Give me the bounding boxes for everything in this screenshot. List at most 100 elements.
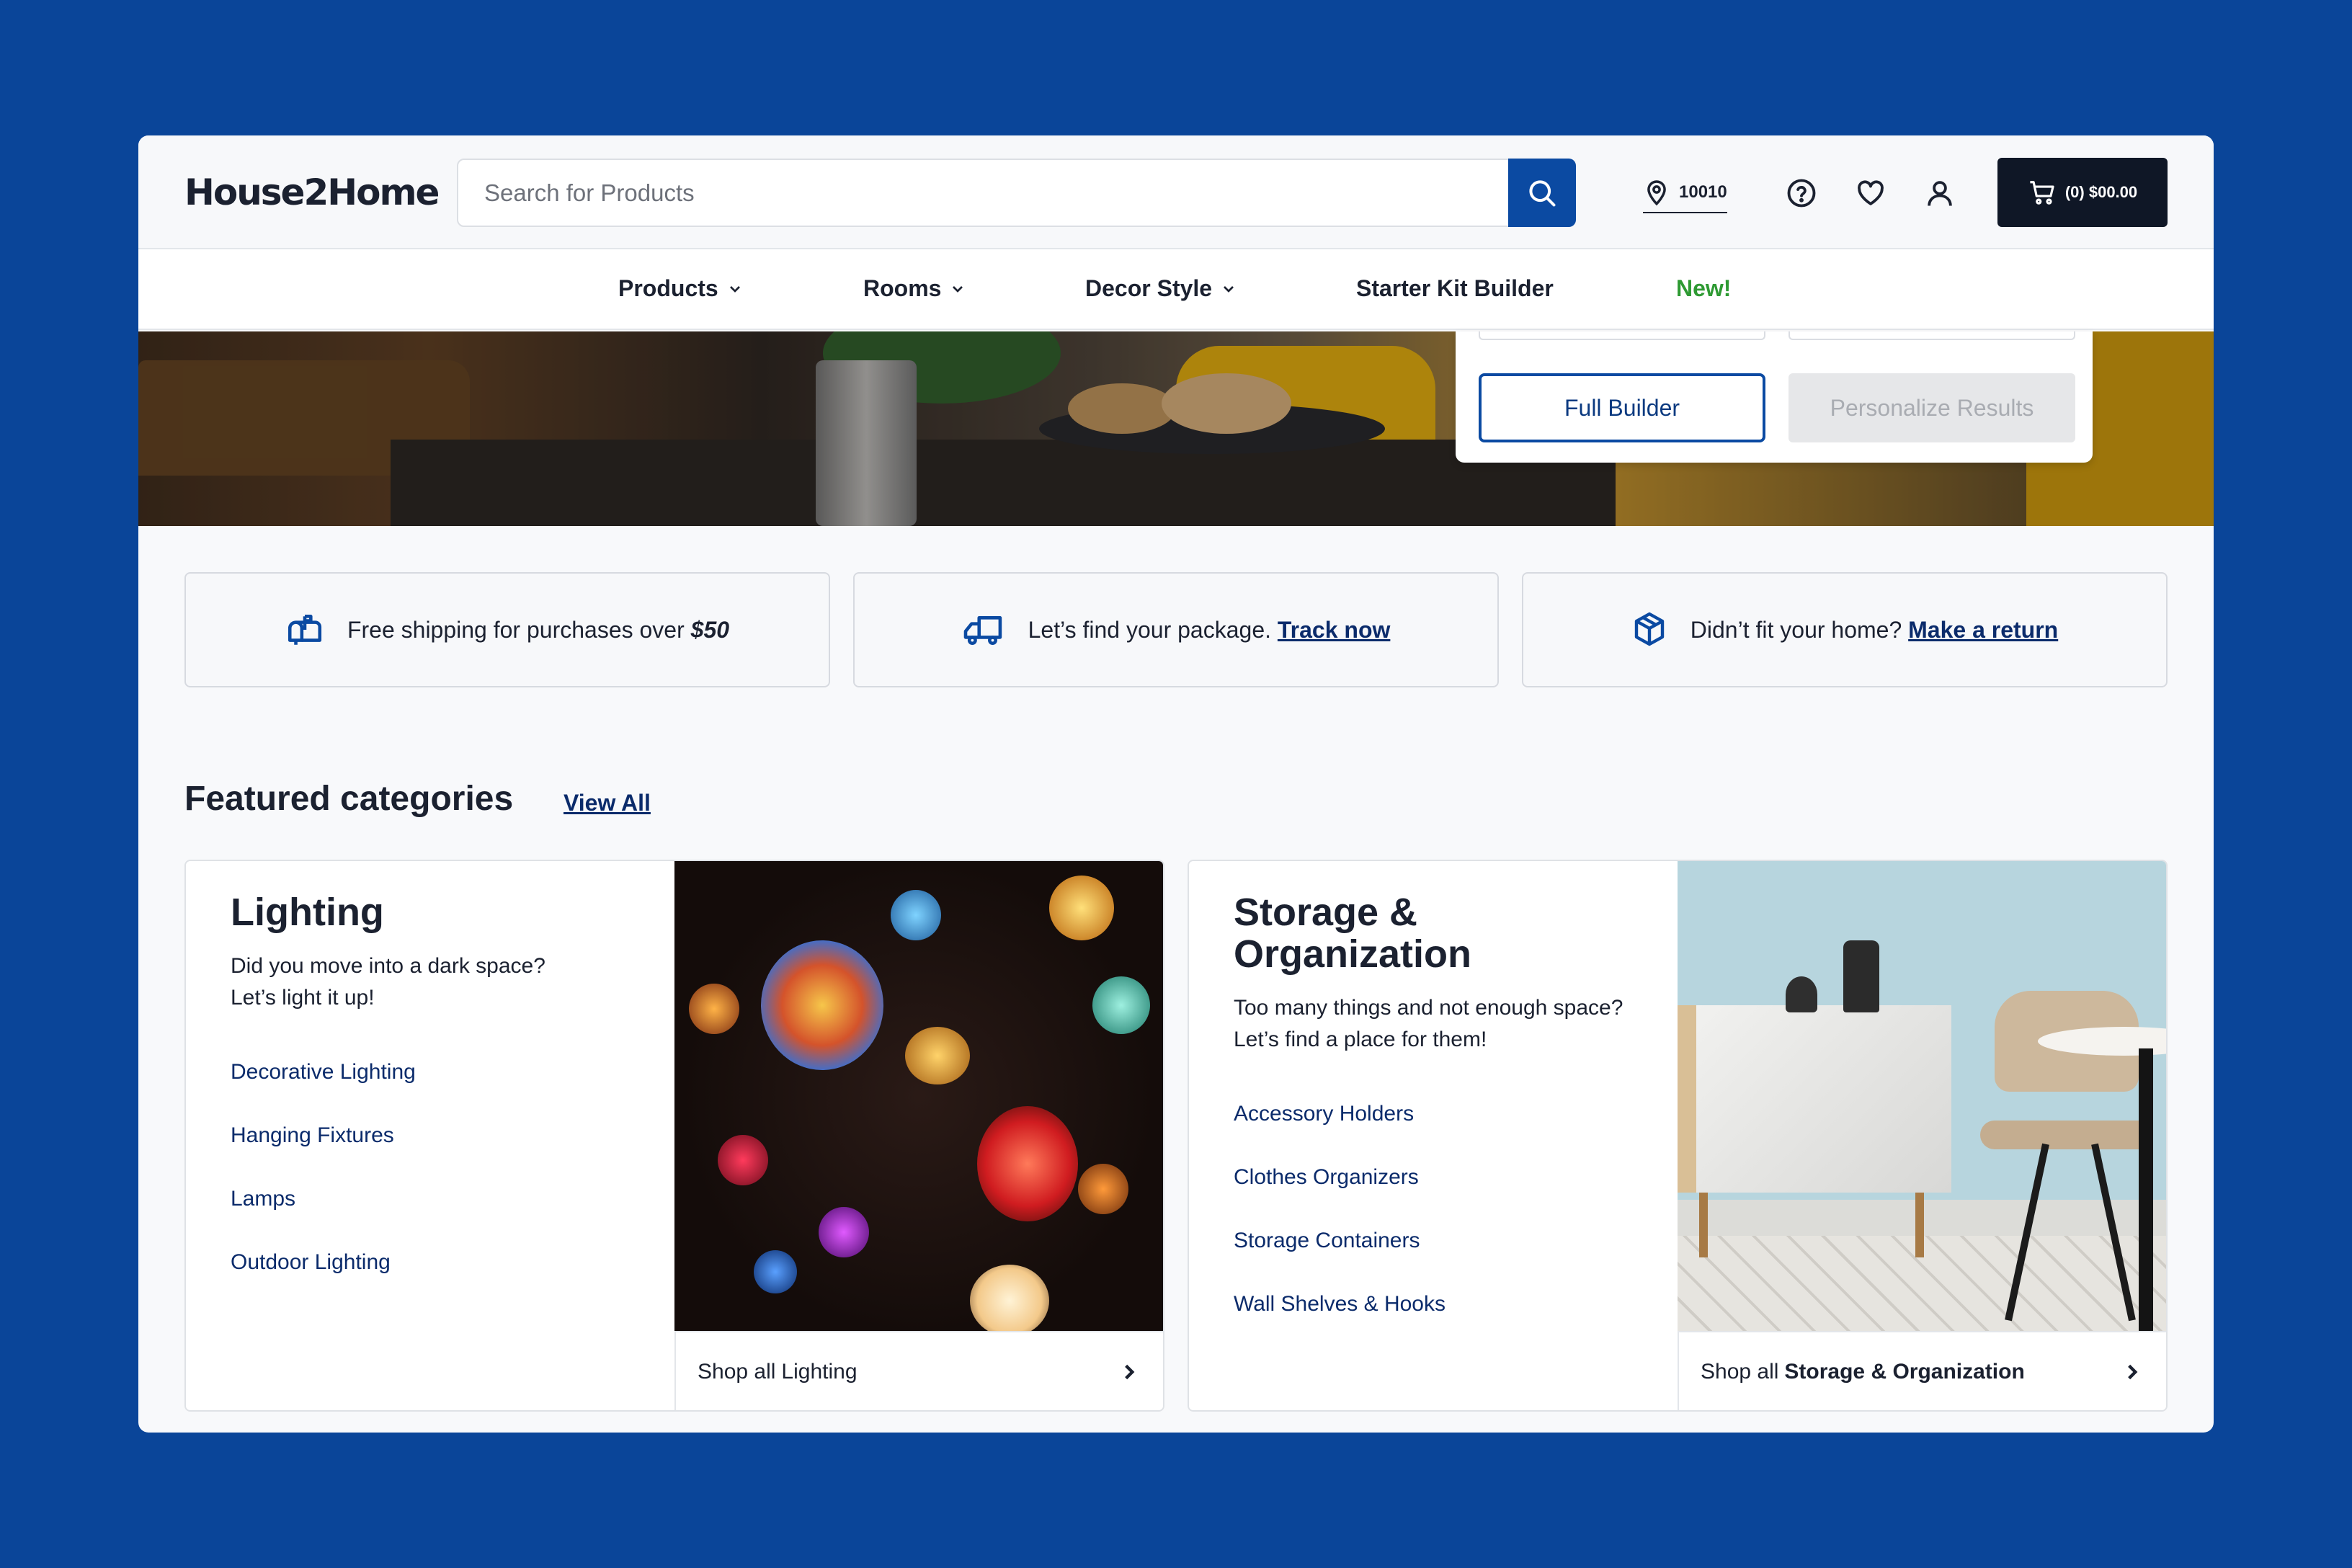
nav-new[interactable]: New! <box>1676 275 1731 302</box>
subcategory-link[interactable]: Outdoor Lighting <box>231 1250 416 1314</box>
track-text: Let’s find your package. <box>1028 616 1278 643</box>
chevron-right-icon <box>1125 1364 1135 1380</box>
heart-icon <box>1858 180 1884 205</box>
location-selector[interactable]: 10010 <box>1643 176 1727 213</box>
mailbox-icon <box>285 612 324 648</box>
lamp-glow <box>1078 1164 1128 1214</box>
wishlist-button[interactable] <box>1853 176 1888 210</box>
shipping-text: Free shipping for purchases over <box>347 616 691 643</box>
return-text: Didn’t fit your home? <box>1690 616 1909 643</box>
nav-starter-kit-label: Starter Kit Builder <box>1356 275 1554 301</box>
chevron-down-icon <box>729 285 740 293</box>
full-builder-button[interactable]: Full Builder <box>1479 373 1765 442</box>
chevron-right-icon <box>2128 1364 2138 1380</box>
search-button[interactable] <box>1508 159 1576 227</box>
lamp-glow <box>761 940 883 1070</box>
storage-image <box>1678 861 2166 1331</box>
location-pin-icon <box>1647 180 1666 206</box>
free-shipping-banner: Free shipping for purchases over $50 <box>184 572 830 687</box>
zip-code: 10010 <box>1679 182 1727 202</box>
truck-icon <box>962 612 1005 648</box>
shipping-amount: $50 <box>690 616 730 643</box>
shop-all-category-name: Lighting <box>781 1360 858 1384</box>
nav-rooms-label: Rooms <box>863 275 942 301</box>
nav-starter-kit-builder[interactable]: Starter Kit Builder <box>1356 275 1554 302</box>
make-a-return-link[interactable]: Make a return <box>1908 617 2058 643</box>
lamp-glow <box>754 1250 797 1293</box>
vase-small <box>1786 976 1817 1012</box>
field-stub <box>1479 331 1765 340</box>
subcategory-list: Decorative Lighting Hanging Fixtures Lam… <box>231 1060 416 1314</box>
subcategory-link[interactable]: Clothes Organizers <box>1234 1165 1446 1229</box>
category-description: Did you move into a dark space? Let’s li… <box>231 950 634 1014</box>
lamp-glow <box>977 1106 1078 1221</box>
nav-products[interactable]: Products <box>618 275 741 302</box>
lamp-glow <box>891 890 941 940</box>
app-window: House2Home 10010 (0) $00.00 Products <box>138 135 2214 1433</box>
starter-kit-panel: Full Builder Personalize Results <box>1456 331 2093 463</box>
personalize-results-button[interactable]: Personalize Results <box>1788 373 2075 442</box>
subcategory-link[interactable]: Wall Shelves & Hooks <box>1234 1292 1446 1355</box>
lighting-image <box>674 861 1163 1331</box>
lamp-glow <box>1092 976 1150 1034</box>
subcategory-link[interactable]: Accessory Holders <box>1234 1102 1446 1165</box>
lamp-glow <box>689 984 739 1034</box>
category-title: Storage & Organization <box>1234 891 1637 975</box>
shop-all-prefix: Shop all <box>698 1360 776 1384</box>
make-return-text: Didn’t fit your home? Make a return <box>1690 617 2058 643</box>
track-package-text: Let’s find your package. Track now <box>1028 617 1391 643</box>
free-shipping-text: Free shipping for purchases over $50 <box>347 617 729 643</box>
chevron-down-icon <box>953 285 963 293</box>
featured-categories-heading: Featured categories <box>184 780 514 818</box>
subcategory-link[interactable]: Hanging Fixtures <box>231 1123 416 1187</box>
lamp-glow <box>718 1135 768 1185</box>
help-button[interactable] <box>1784 176 1819 210</box>
subcategory-link[interactable]: Decorative Lighting <box>231 1060 416 1123</box>
subcategory-link[interactable]: Lamps <box>231 1187 416 1250</box>
nav-products-label: Products <box>618 275 718 301</box>
cart-summary: (0) $00.00 <box>2064 183 2138 201</box>
lamp-glow <box>819 1207 869 1257</box>
track-now-link[interactable]: Track now <box>1278 617 1391 643</box>
shop-all-storage-link[interactable]: Shop all Storage & Organization <box>1678 1331 2166 1410</box>
cart-button[interactable]: (0) $00.00 <box>1997 158 2168 227</box>
track-package-banner: Let’s find your package. Track now <box>853 572 1499 687</box>
category-description-line: Let’s light it up! <box>231 986 375 1010</box>
box-icon <box>1631 611 1667 649</box>
nav-new-label: New! <box>1676 275 1732 301</box>
vase-tall <box>1843 940 1879 1012</box>
category-title-line: Organization <box>1234 932 1472 976</box>
marble-cabinet <box>1678 1005 1951 1193</box>
user-icon <box>1928 181 1952 206</box>
nav-decor-style[interactable]: Decor Style <box>1085 275 1235 302</box>
search-icon <box>1529 179 1556 207</box>
shop-all-prefix: Shop all <box>1701 1360 1779 1384</box>
cabinet-leg <box>1699 1193 1708 1257</box>
chevron-down-icon <box>1224 285 1234 293</box>
main-nav: Products Rooms Decor Style Starter Kit B… <box>138 249 2214 330</box>
search-input[interactable] <box>484 160 1493 226</box>
lamp-glow <box>905 1027 970 1084</box>
site-header: House2Home 10010 (0) $00.00 <box>138 135 2214 249</box>
category-description-line: Too many things and not enough space? <box>1234 996 1623 1020</box>
view-all-link[interactable]: View All <box>564 790 651 816</box>
search-bar <box>457 159 1576 227</box>
subcategory-list: Accessory Holders Clothes Organizers Sto… <box>1234 1102 1446 1355</box>
shop-all-lighting-link[interactable]: Shop all Lighting <box>674 1331 1163 1410</box>
lamp-glow <box>970 1265 1049 1331</box>
category-card-storage: Storage & Organization Too many things a… <box>1188 860 2168 1412</box>
category-description-line: Let’s find a place for them! <box>1234 1028 1487 1051</box>
shop-all-category-name: Storage & Organization <box>1784 1360 2025 1384</box>
category-card-lighting: Lighting Did you move into a dark space?… <box>184 860 1164 1412</box>
chair-seat <box>1980 1121 2153 1149</box>
category-title: Lighting <box>231 891 384 934</box>
help-icon <box>1787 179 1816 208</box>
site-logo[interactable]: House2Home <box>184 172 440 213</box>
nav-decor-style-label: Decor Style <box>1085 275 1213 301</box>
cabinet-leg <box>1915 1193 1924 1257</box>
account-button[interactable] <box>1923 176 1957 210</box>
category-description-line: Did you move into a dark space? <box>231 954 545 978</box>
field-stub <box>1788 331 2075 340</box>
subcategory-link[interactable]: Storage Containers <box>1234 1229 1446 1292</box>
nav-rooms[interactable]: Rooms <box>863 275 964 302</box>
